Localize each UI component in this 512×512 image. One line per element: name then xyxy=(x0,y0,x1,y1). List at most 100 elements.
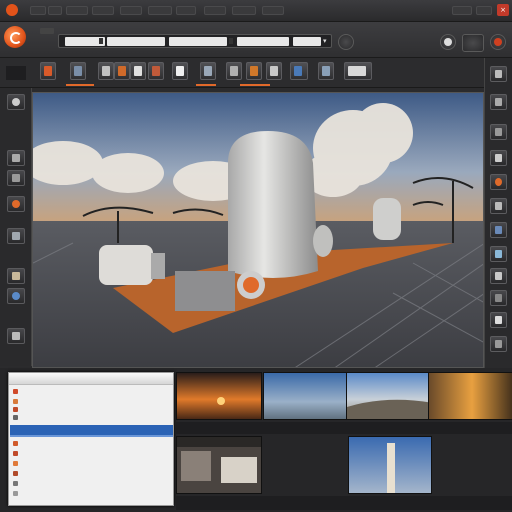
selected-list-item[interactable] xyxy=(10,425,173,435)
selection-underline xyxy=(10,435,173,437)
thumbnail-coast[interactable] xyxy=(346,372,432,420)
list-item[interactable] xyxy=(13,399,169,406)
material-icon[interactable] xyxy=(7,170,25,186)
tool-active-indicator xyxy=(66,84,94,86)
menu-account[interactable] xyxy=(452,6,472,15)
thumbnail-ruins[interactable] xyxy=(428,372,512,420)
nav-back-button[interactable] xyxy=(40,28,54,34)
preview-tool-icon[interactable] xyxy=(344,62,372,80)
thumbnail-sunset[interactable] xyxy=(176,372,262,420)
left-tool-panel xyxy=(0,88,32,366)
text-tool-icon[interactable] xyxy=(130,62,146,80)
panel-settings-icon[interactable] xyxy=(490,66,507,82)
crop-tool-icon[interactable] xyxy=(172,62,188,80)
panel-layers-icon[interactable] xyxy=(490,94,507,110)
window-mode-button[interactable] xyxy=(462,34,484,52)
view-tool-icon[interactable] xyxy=(290,62,308,80)
panel-render-icon[interactable] xyxy=(490,268,507,284)
list-item[interactable] xyxy=(13,491,169,498)
panel-physics-icon[interactable] xyxy=(490,312,507,328)
sea-image xyxy=(264,373,348,419)
thumbnail-caption xyxy=(268,424,328,431)
menu-window[interactable] xyxy=(204,6,226,15)
list-item[interactable] xyxy=(13,415,169,422)
address-segment[interactable] xyxy=(293,37,321,46)
scene-tool-icon[interactable] xyxy=(266,62,282,80)
panel-environment-icon[interactable] xyxy=(490,246,507,262)
list-item[interactable] xyxy=(13,471,169,478)
pointer-tool-icon[interactable] xyxy=(40,62,56,80)
render-tool-icon[interactable] xyxy=(246,62,262,80)
globe-icon[interactable] xyxy=(7,288,25,304)
panel-output-icon[interactable] xyxy=(490,336,507,352)
camera-tool-icon[interactable] xyxy=(70,62,86,80)
list-item[interactable] xyxy=(13,461,169,468)
thumbnail-caption-bar xyxy=(176,496,512,510)
app-menu-icon[interactable] xyxy=(6,4,18,16)
image-tool-icon[interactable] xyxy=(98,62,114,80)
landscape-icon[interactable] xyxy=(7,268,25,284)
thumbnail-monument[interactable] xyxy=(348,436,432,494)
app-logo-icon[interactable] xyxy=(4,26,26,48)
menu-tools[interactable] xyxy=(176,6,196,15)
menu-help[interactable] xyxy=(262,6,284,15)
object-icon[interactable] xyxy=(7,150,25,166)
thumbnail-caption xyxy=(180,499,240,506)
address-dropdown-icon[interactable]: ▾ xyxy=(323,37,330,46)
close-button[interactable]: × xyxy=(497,4,509,16)
tool-active-indicator xyxy=(240,84,270,86)
workshop-image xyxy=(177,437,261,493)
layer-tool-icon[interactable] xyxy=(200,62,216,80)
address-segment[interactable] xyxy=(107,37,165,46)
menu-plugins[interactable] xyxy=(232,6,256,15)
panel-object-icon[interactable] xyxy=(490,150,507,166)
frame-tool-icon[interactable] xyxy=(148,62,164,80)
monument-image xyxy=(349,437,431,493)
coast-image xyxy=(347,373,431,419)
list-item[interactable] xyxy=(13,441,169,448)
panel-properties-icon[interactable] xyxy=(490,124,507,140)
panel-terrain-icon[interactable] xyxy=(490,290,507,306)
tool-active-indicator xyxy=(196,84,216,86)
brand-label xyxy=(4,51,44,56)
stop-icon xyxy=(494,38,502,46)
menu-file[interactable] xyxy=(30,6,46,15)
panel-light-icon[interactable] xyxy=(490,174,507,190)
thumbnail-caption xyxy=(348,499,408,506)
settings-tool-icon[interactable] xyxy=(318,62,334,80)
address-separator-icon xyxy=(229,38,233,44)
3d-viewport[interactable] xyxy=(32,92,484,368)
thumbnail-caption xyxy=(350,424,410,431)
panel-material-icon[interactable] xyxy=(490,198,507,214)
refresh-button[interactable] xyxy=(338,34,354,50)
panel-texture-icon[interactable] xyxy=(490,222,507,238)
silo-structure xyxy=(228,131,318,278)
thumbnail-caption-bar xyxy=(176,422,512,434)
menu-render[interactable] xyxy=(148,6,172,15)
menu-edit[interactable] xyxy=(48,6,62,15)
thumbnail-sea[interactable] xyxy=(263,372,349,420)
menu-object[interactable] xyxy=(120,6,142,15)
address-field[interactable]: ▾ xyxy=(58,34,332,48)
address-segment[interactable] xyxy=(169,37,227,46)
thumbnail-caption xyxy=(180,424,240,431)
light-icon[interactable] xyxy=(7,196,25,212)
list-item[interactable] xyxy=(13,451,169,458)
paint-tool-icon[interactable] xyxy=(114,62,130,80)
brush-tool-icon[interactable] xyxy=(226,62,242,80)
list-item[interactable] xyxy=(13,481,169,488)
ruins-image xyxy=(429,373,512,419)
record-icon xyxy=(444,38,452,46)
thumbnail-workshop[interactable] xyxy=(176,436,262,494)
small-silo xyxy=(373,198,401,240)
list-item[interactable] xyxy=(13,389,169,396)
camera-icon[interactable] xyxy=(7,94,25,110)
menu-options[interactable] xyxy=(476,6,492,15)
menu-view[interactable] xyxy=(66,6,88,15)
export-icon[interactable] xyxy=(7,328,25,344)
tank xyxy=(313,225,333,257)
menu-insert[interactable] xyxy=(92,6,114,15)
address-segment[interactable] xyxy=(237,37,289,46)
list-item[interactable] xyxy=(13,407,169,414)
layers-icon[interactable] xyxy=(7,228,25,244)
